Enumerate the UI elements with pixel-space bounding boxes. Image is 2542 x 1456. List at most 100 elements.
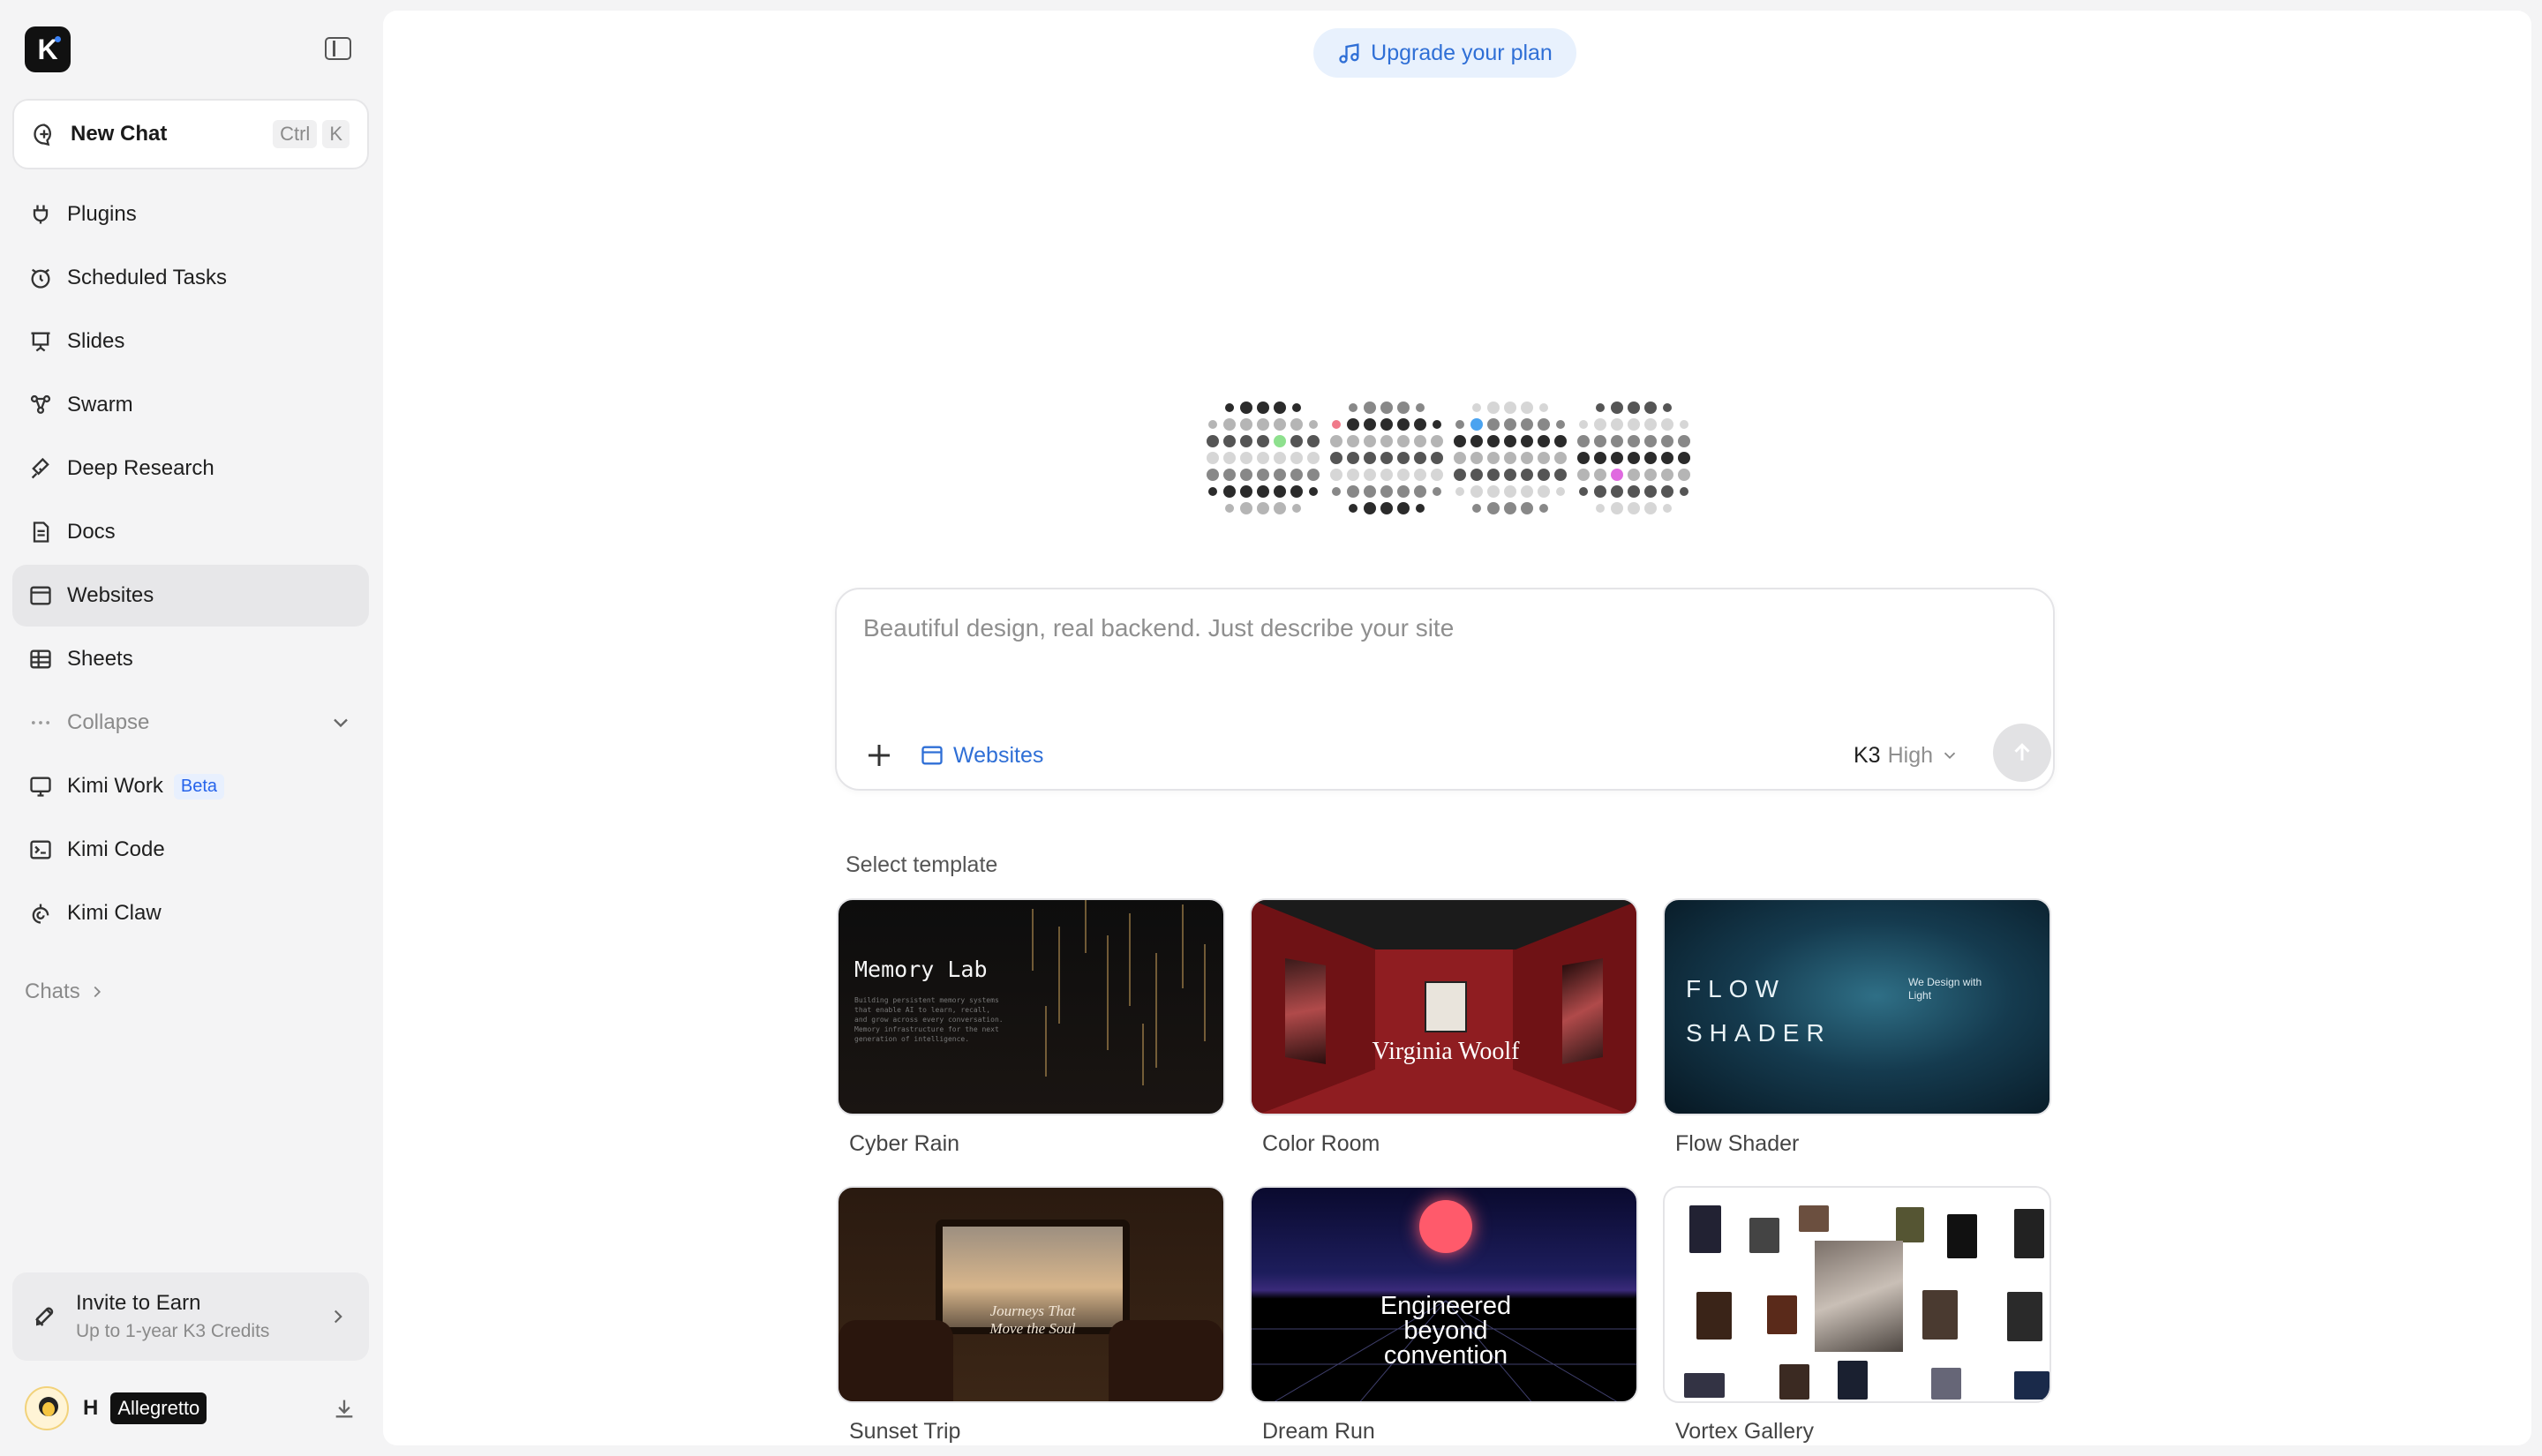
- sidebar-item-websites[interactable]: Websites: [12, 565, 369, 627]
- template-card-cyber-rain[interactable]: Memory Lab Building persistent memory sy…: [837, 898, 1225, 1157]
- logo-dot: [1274, 502, 1286, 514]
- template-card-dream-run[interactable]: Engineered beyond convention Dream Run: [1250, 1186, 1638, 1445]
- logo-dot: [1611, 502, 1623, 514]
- chevron-right-icon: [334, 1310, 342, 1324]
- sidebar-item-kimi-claw[interactable]: Kimi Claw: [12, 882, 369, 944]
- user-profile[interactable]: H Allegretto: [25, 1385, 369, 1431]
- monitor-icon: [30, 777, 51, 797]
- logo-dot: [1644, 418, 1657, 431]
- logo-dot: [1554, 435, 1567, 447]
- chats-section-header[interactable]: Chats: [25, 979, 107, 1004]
- logo-dot: [1431, 452, 1443, 464]
- logo-dot: [1538, 469, 1550, 481]
- logo-dot: [1347, 485, 1359, 498]
- gallery-tile: [1684, 1373, 1725, 1398]
- logo-dot: [1628, 402, 1640, 414]
- sidebar-item-label: Kimi Claw: [67, 901, 162, 925]
- logo-dot: [55, 36, 61, 42]
- sidebar-item-label: Deep Research: [67, 456, 214, 480]
- logo-dot: [1364, 452, 1376, 464]
- send-button[interactable]: [1993, 724, 2051, 782]
- logo-dot: [1290, 435, 1303, 447]
- logo-dot: [1628, 502, 1640, 514]
- logo-dot: [1470, 485, 1483, 498]
- template-card-sunset-trip[interactable]: Journeys That Move the Soul Sunset Trip: [837, 1186, 1225, 1445]
- gallery-tile: [1767, 1295, 1797, 1334]
- logo-dot: [1678, 469, 1690, 481]
- sidebar-item-label: Kimi Code: [67, 837, 165, 861]
- logo-dot: [1594, 418, 1606, 431]
- add-attachment-icon[interactable]: [863, 739, 895, 771]
- upgrade-label: Upgrade your plan: [1371, 40, 1553, 65]
- logo-dot: [1290, 452, 1303, 464]
- logo-dot: [1380, 469, 1393, 481]
- logo-dot: [1455, 420, 1464, 429]
- template-card-color-room[interactable]: Virginia Woolf Color Room: [1250, 898, 1638, 1157]
- gallery-tile: [2014, 1209, 2044, 1258]
- sidebar-item-sheets[interactable]: Sheets: [12, 628, 369, 690]
- templates-heading: Select template: [846, 852, 998, 877]
- avatar[interactable]: [25, 1386, 69, 1430]
- gallery-tile: [2007, 1292, 2042, 1341]
- logo-dot: [1554, 452, 1567, 464]
- invite-to-earn-card[interactable]: Invite to Earn Up to 1-year K3 Credits: [12, 1272, 369, 1361]
- prompt-input[interactable]: [863, 614, 2011, 702]
- thumb-side-text: We Design with Light: [1908, 976, 1982, 1002]
- upgrade-plan-button[interactable]: Upgrade your plan: [1313, 28, 1576, 78]
- presentation-icon: [31, 332, 50, 352]
- logo-dot: [1257, 418, 1269, 431]
- gallery-tile: [1779, 1364, 1809, 1400]
- logo-dot: [1594, 485, 1606, 498]
- logo-dot: [1556, 487, 1565, 496]
- logo-dot: [1274, 402, 1286, 414]
- logo-dot: [1521, 402, 1533, 414]
- download-icon[interactable]: [332, 1396, 357, 1421]
- sidebar-item-kimi-work[interactable]: Kimi Work Beta: [12, 755, 369, 817]
- logo-dot: [1431, 435, 1443, 447]
- logo-dot: [1521, 418, 1533, 431]
- logo-dot: [1487, 452, 1500, 464]
- websites-mode-chip[interactable]: Websites: [920, 738, 1043, 773]
- logo-dot: [1611, 402, 1623, 414]
- logo-dot: [1240, 435, 1252, 447]
- sidebar-item-collapse[interactable]: Collapse: [12, 692, 369, 754]
- sidebar-item-label: Collapse: [67, 710, 150, 734]
- logo-dot: [1470, 469, 1483, 481]
- sidebar: K New Chat Ctrl K Plugins Scheduled Task…: [0, 0, 383, 1456]
- logo-dot: [1455, 487, 1464, 496]
- logo-dot: [1307, 435, 1320, 447]
- logo-dot: [1240, 469, 1252, 481]
- logo-dot: [1240, 485, 1252, 498]
- logo-dot: [1577, 435, 1590, 447]
- sidebar-item-docs[interactable]: Docs: [12, 501, 369, 563]
- model-selector[interactable]: K3 High: [1854, 738, 1959, 773]
- sidebar-item-kimi-code[interactable]: Kimi Code: [12, 819, 369, 881]
- logo-dot: [1397, 469, 1410, 481]
- sidebar-item-slides[interactable]: Slides: [12, 311, 369, 372]
- template-name: Dream Run: [1262, 1419, 1375, 1444]
- logo-dot: [1539, 403, 1548, 412]
- template-name: Sunset Trip: [849, 1419, 961, 1444]
- logo-dot: [1433, 420, 1441, 429]
- sidebar-item-deep-research[interactable]: Deep Research: [12, 438, 369, 499]
- template-card-flow-shader[interactable]: FLOW SHADER We Design with Light Flow Sh…: [1663, 898, 2051, 1157]
- logo-dot: [1596, 504, 1605, 513]
- thumb-title: Memory Lab: [854, 957, 988, 982]
- kimi-logo[interactable]: K: [25, 26, 71, 72]
- logo-dot: [1292, 504, 1301, 513]
- logo-dot: [1364, 469, 1376, 481]
- thumb-title: Journeys That Move the Soul: [839, 1302, 1223, 1338]
- logo-dot: [1521, 452, 1533, 464]
- logo-dot: [1274, 418, 1286, 431]
- sidebar-toggle-icon[interactable]: [325, 37, 351, 60]
- sidebar-item-scheduled-tasks[interactable]: Scheduled Tasks: [12, 247, 369, 309]
- logo-dot: [1594, 435, 1606, 447]
- new-chat-button[interactable]: New Chat Ctrl K: [12, 99, 369, 169]
- template-card-vortex-gallery[interactable]: Vortex Gallery: [1663, 1186, 2051, 1445]
- template-thumbnail: Memory Lab Building persistent memory sy…: [837, 898, 1225, 1115]
- sidebar-item-label: Scheduled Tasks: [67, 266, 228, 289]
- sidebar-item-swarm[interactable]: Swarm: [12, 374, 369, 436]
- logo-dot: [1556, 420, 1565, 429]
- sidebar-item-plugins[interactable]: Plugins: [12, 184, 369, 245]
- logo-dot: [1680, 487, 1688, 496]
